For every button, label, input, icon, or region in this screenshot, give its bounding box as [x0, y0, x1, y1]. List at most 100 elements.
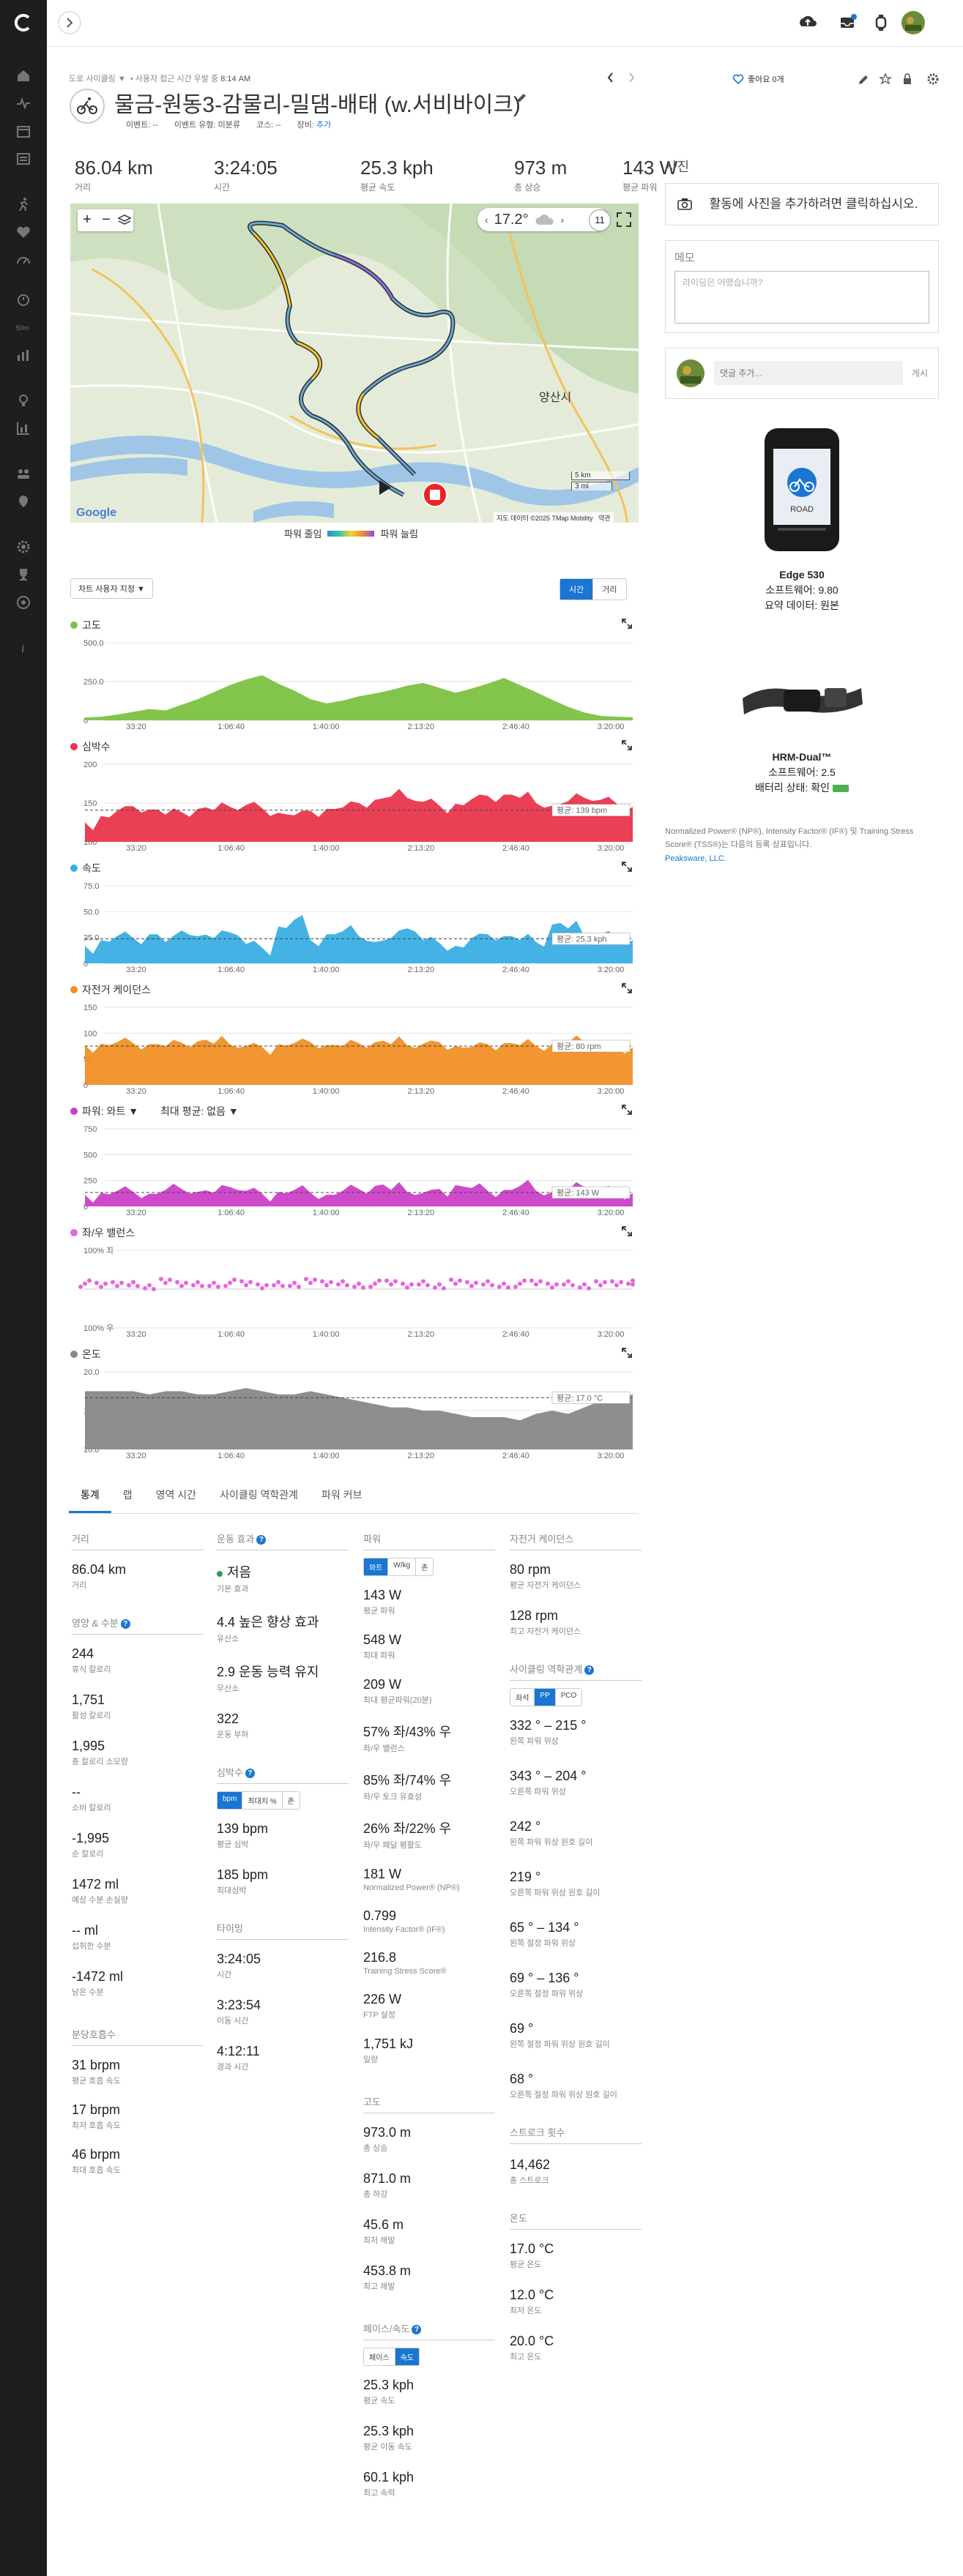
chart-title[interactable]: 파워: 와트 ▼ — [82, 1104, 138, 1119]
metric-value: 209 W — [363, 1677, 402, 1692]
dyn-toggle-seat[interactable]: 좌석 — [510, 1689, 534, 1706]
terms-link[interactable]: 약관 — [598, 515, 611, 522]
chart-svg[interactable]: 150100500평균: 80 rpm33:201:06:401:40:002:… — [70, 1000, 639, 1102]
groups-icon[interactable] — [15, 466, 31, 482]
tab-laps[interactable]: 랩 — [111, 1487, 144, 1511]
metric-item: 1472 ml 예상 수분 손실량 — [72, 1877, 204, 1905]
activity-type-dropdown[interactable]: 도로 사이클링 — [69, 75, 116, 83]
comment-input[interactable]: 댓글 추가... — [714, 361, 903, 386]
tab-zones[interactable]: 영역 시간 — [144, 1487, 208, 1511]
tab-power-curve[interactable]: 파워 커브 — [310, 1487, 373, 1511]
expand-chart-icon[interactable] — [621, 618, 633, 630]
device-watch-icon[interactable] — [869, 10, 893, 35]
gear-add-link[interactable]: 추가 — [316, 121, 331, 130]
timer-icon[interactable] — [15, 291, 31, 307]
pace-toggle[interactable]: 페이스 — [364, 2348, 395, 2365]
fullscreen-icon[interactable] — [615, 211, 633, 228]
upload-icon[interactable] — [795, 10, 820, 35]
finish-flag-marker-icon[interactable] — [420, 480, 450, 517]
chart-svg[interactable]: 100% 좌100% 우33:20 1:06:40 1:40:00 2:13:20 2:… — [70, 1243, 639, 1345]
memo-textarea[interactable]: 라이딩은 어땠습니까? — [674, 270, 929, 324]
chart-svg[interactable]: 500.0250.0033:20 1:06:40 1:40:00 2:13:20 2:4… — [70, 635, 639, 738]
prev-next-arrows-icon[interactable] — [606, 72, 636, 83]
chart-svg[interactable]: 75.050.025.00평균: 25.3 kph33:20 1:06:40 1:4… — [70, 878, 639, 981]
device2-name[interactable]: HRM-Dual™ — [665, 750, 939, 765]
activity-title[interactable]: 물금-원동3-감물리-밀댐-배태 (w.서비바이크) — [114, 86, 521, 119]
activity-icon[interactable] — [15, 95, 31, 111]
inbox-icon[interactable] — [835, 10, 860, 35]
dyn-toggle-pp[interactable]: PP — [534, 1689, 555, 1706]
expand-chart-icon[interactable] — [621, 1225, 633, 1237]
footnote-link[interactable]: Peaksware, LLC. — [665, 854, 726, 863]
speed-toggle[interactable]: 속도 — [394, 2348, 420, 2365]
run-icon[interactable] — [15, 196, 31, 212]
tab-stats[interactable]: 통계 — [69, 1487, 111, 1513]
zoom-out-button[interactable]: − — [97, 209, 116, 231]
power-toggle-zone[interactable]: 존 — [415, 1558, 433, 1575]
hr-toggle-zone[interactable]: 존 — [281, 1792, 300, 1809]
dyn-toggle-pco[interactable]: PCO — [554, 1689, 582, 1706]
hr-toggle-max[interactable]: 최대치 % — [242, 1792, 281, 1809]
map-play-icon[interactable] — [372, 476, 395, 499]
chart-svg[interactable]: 7505002500평균: 143 W33:20 1:06:40 1:40:00 2:… — [70, 1121, 639, 1224]
chart-customize-dropdown[interactable]: 차트 사용자 지정 ▼ — [70, 578, 153, 599]
reports-icon[interactable] — [15, 420, 31, 436]
chart-svg[interactable]: 200150100평균: 139 bpm33:20 1:06:40 1:40:00 2… — [70, 757, 639, 859]
vo2max-icon[interactable]: 50m — [15, 319, 31, 335]
power-toggle-watts[interactable]: 와트 — [364, 1558, 388, 1575]
tab-dynamics[interactable]: 사이클링 역학관계 — [208, 1487, 310, 1511]
challenge-icon[interactable] — [15, 594, 31, 611]
insights-icon[interactable] — [15, 392, 31, 408]
expand-chart-icon[interactable] — [621, 1347, 633, 1359]
route-map[interactable]: 양산시 + − ‹ 17.2° › 11 5 km 3 mi Google 지도… — [70, 204, 639, 523]
calendar-icon[interactable] — [15, 123, 31, 139]
map-canvas[interactable]: 양산시 — [70, 204, 639, 523]
settings-gear-icon[interactable] — [927, 73, 939, 85]
gear-settings-icon[interactable] — [15, 539, 31, 555]
hr-toggle-bpm[interactable]: bpm — [217, 1792, 242, 1809]
courses-icon[interactable] — [15, 493, 31, 509]
help-icon[interactable]: ? — [412, 2325, 422, 2335]
help-icon[interactable]: ? — [245, 1769, 255, 1779]
expand-chart-icon[interactable] — [621, 1104, 633, 1116]
max-avg-dropdown[interactable]: 최대 평균: 없음 ▼ — [160, 1104, 239, 1119]
layers-icon[interactable] — [116, 209, 133, 231]
help-icon[interactable]: ? — [120, 1619, 130, 1629]
expand-chart-icon[interactable] — [621, 861, 633, 873]
expand-chart-icon[interactable] — [621, 739, 633, 751]
heart-icon[interactable] — [15, 224, 31, 240]
trophy-icon[interactable] — [15, 567, 31, 583]
course-dropdown[interactable]: 코스: -- — [256, 119, 281, 130]
user-avatar-icon[interactable] — [901, 10, 926, 35]
edit-icon[interactable] — [859, 75, 868, 84]
lock-icon[interactable] — [904, 73, 911, 84]
performance-icon[interactable] — [15, 252, 31, 268]
home-icon[interactable] — [15, 67, 31, 83]
info-icon[interactable]: i — [15, 640, 31, 656]
newsfeed-icon[interactable] — [15, 151, 31, 167]
edit-pencil-icon[interactable] — [516, 92, 527, 104]
power-toggle-wkg[interactable]: W/kg — [387, 1558, 415, 1575]
weather-prev-arrow-icon[interactable]: ‹ — [485, 214, 488, 225]
like-button[interactable]: 좋아요 0개 — [732, 73, 784, 85]
map-counter-badge[interactable]: 11 — [589, 209, 611, 231]
activity-time[interactable]: 8:14 AM — [220, 75, 250, 83]
help-icon[interactable]: ? — [256, 1535, 267, 1545]
add-photo-button[interactable]: 활동에 사진을 추가하려면 클릭하십시오. — [665, 183, 939, 225]
weather-next-arrow-icon[interactable]: › — [561, 214, 565, 225]
chart-svg[interactable]: 20.015.010.0평균: 17.0 °C33:201:06:401:40:… — [70, 1364, 639, 1467]
expand-nav-icon[interactable] — [57, 10, 82, 35]
star-icon[interactable] — [879, 73, 892, 85]
distance-toggle[interactable]: 거리 — [592, 579, 625, 600]
event-type-dropdown[interactable]: 이벤트 유형: 미분류 — [174, 119, 240, 130]
footnote-text: Normalized Power® (NP®), Intensity Facto… — [665, 826, 914, 850]
stats-icon[interactable] — [15, 347, 31, 363]
time-toggle[interactable]: 시간 — [560, 579, 593, 600]
zoom-in-button[interactable]: + — [78, 209, 97, 231]
comment-post-button[interactable]: 게시 — [912, 367, 928, 379]
garmin-connect-logo-icon[interactable] — [12, 12, 34, 34]
event-dropdown[interactable]: 이벤트: -- — [126, 119, 158, 130]
device1-name[interactable]: Edge 530 — [665, 567, 939, 583]
help-icon[interactable]: ? — [584, 1665, 595, 1676]
expand-chart-icon[interactable] — [621, 982, 633, 994]
